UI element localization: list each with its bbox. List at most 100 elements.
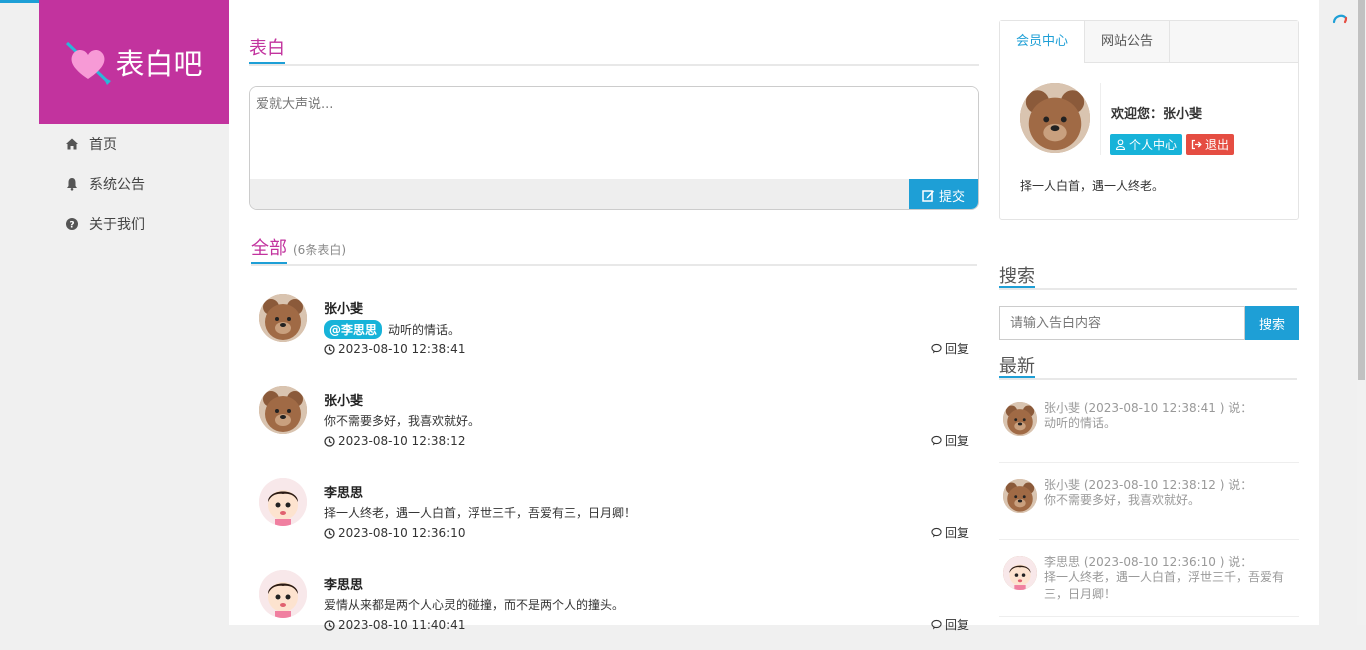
welcome-text: 欢迎您：张小斐 (1111, 107, 1203, 122)
member-tabs: 会员中心 网站公告 (1000, 21, 1298, 63)
reply-label: 回复 (944, 526, 969, 540)
comment-icon (931, 527, 942, 538)
mention-badge[interactable]: @李思思 (324, 320, 383, 339)
scrollbar-thumb[interactable] (1358, 0, 1365, 380)
nav-item-home[interactable]: 首页 (39, 124, 229, 164)
search-header: 搜索 (999, 262, 1297, 290)
post-text: 择一人终老，遇一人白首，浮世三千，吾爱有三，日月卿！ (324, 506, 637, 520)
post-text: 动听的情话。 (388, 323, 461, 337)
nav-item-label: 系统公告 (89, 177, 145, 193)
latest-list: 张小斐 (2023-08-10 12:38:41 ) 说： 动听的情话。 张小斐… (999, 386, 1299, 617)
avatar (1003, 402, 1037, 436)
list-item[interactable]: 李思思 (2023-08-10 12:36:10 ) 说： 择一人终老，遇一人白… (999, 540, 1299, 617)
logout-button[interactable]: 退出 (1186, 134, 1235, 155)
editor-toolbar: 提交 (250, 179, 978, 209)
clock-icon (324, 343, 335, 355)
nav-item-about[interactable]: ? 关于我们 (39, 204, 229, 244)
post-author: 李思思 (324, 486, 364, 501)
heart-arrow-icon (66, 41, 112, 85)
divider (1100, 83, 1101, 155)
post-time: 2023-08-10 12:38:12 (324, 434, 465, 448)
page-scrollbar[interactable] (1357, 0, 1366, 625)
avatar[interactable] (1020, 83, 1090, 153)
latest-text: 你不需要多好，我喜欢就好。 (1044, 493, 1201, 507)
girl-avatar-icon (1003, 556, 1037, 590)
compose-header: 表白 (249, 34, 979, 66)
avatar[interactable] (259, 570, 307, 618)
post-text: 爱情从来都是两个人心灵的碰撞，而不是两个人的撞头。 (324, 598, 625, 612)
compose-title: 表白 (249, 34, 285, 64)
list-item: 张小斐 你不需要多好，我喜欢就好。 2023-08-10 12:38:12 回复 (249, 374, 979, 466)
sign-out-icon (1191, 139, 1202, 150)
post-list: 张小斐 @李思思 动听的情话。 2023-08-10 12:38:41 回复 张… (249, 282, 979, 650)
post-time-text: 2023-08-10 11:40:41 (338, 618, 466, 632)
list-item: 张小斐 @李思思 动听的情话。 2023-08-10 12:38:41 回复 (249, 282, 979, 374)
avatar[interactable] (259, 386, 307, 434)
girl-avatar-icon (259, 478, 307, 526)
post-time-text: 2023-08-10 12:38:12 (338, 434, 466, 448)
profile-button[interactable]: 个人中心 (1110, 134, 1183, 155)
latest-title: 最新 (999, 352, 1035, 378)
sidebar: 表白吧 首页 系统公告 ? 关于我们 (39, 0, 229, 625)
post-time-text: 2023-08-10 12:36:10 (338, 526, 466, 540)
clock-icon (324, 435, 335, 447)
reply-button[interactable]: 回复 (931, 340, 969, 357)
edit-icon (922, 189, 934, 202)
post-time: 2023-08-10 12:36:10 (324, 526, 465, 540)
user-icon (1115, 139, 1126, 150)
post-text: 你不需要多好，我喜欢就好。 (324, 414, 481, 428)
submit-label: 提交 (938, 189, 965, 205)
bear-avatar-icon (1003, 479, 1037, 513)
logo[interactable]: 表白吧 (39, 0, 229, 124)
bear-avatar-icon (259, 294, 307, 342)
nav-item-label: 首页 (89, 137, 117, 153)
nav-item-announcements[interactable]: 系统公告 (39, 164, 229, 204)
post-time-text: 2023-08-10 12:38:41 (338, 342, 466, 356)
latest-text: 动听的情话。 (1044, 416, 1117, 430)
feed-title: 全部 (251, 234, 287, 264)
latest-header: 最新 (999, 352, 1297, 380)
member-panel: 会员中心 网站公告 欢迎您：张小斐 个人中心 退出 择一人白首，遇一人终老。 (999, 20, 1299, 220)
post-time: 2023-08-10 11:40:41 (324, 618, 465, 632)
comment-icon (931, 435, 942, 446)
main-content: 表白 提交 全部 (6条表白) 张小斐 @李思思 动听的情话。 2023-08-1… (229, 0, 1319, 632)
loading-spinner-icon (1332, 14, 1348, 24)
latest-meta: 李思思 (2023-08-10 12:36:10 ) 说： (1044, 555, 1253, 569)
latest-text: 择一人终老，遇一人白首，浮世三千，吾爱有三，日月卿！ (1044, 570, 1285, 601)
reply-button[interactable]: 回复 (931, 524, 969, 541)
compose-editor: 提交 (249, 86, 979, 210)
search-button[interactable]: 搜索 (1245, 306, 1299, 340)
avatar[interactable] (259, 294, 307, 342)
post-author: 李思思 (324, 578, 364, 593)
bell-icon (67, 178, 77, 191)
bear-avatar-icon (1003, 402, 1037, 436)
submit-button[interactable]: 提交 (909, 179, 978, 209)
reply-button[interactable]: 回复 (931, 432, 969, 449)
post-content: 你不需要多好，我喜欢就好。 (324, 412, 480, 429)
search-title: 搜索 (999, 262, 1035, 288)
list-item: 李思思 择一人终老，遇一人白首，浮世三千，吾爱有三，日月卿！ 2023-08-1… (249, 466, 979, 558)
clock-icon (324, 619, 335, 631)
reply-label: 回复 (944, 342, 969, 356)
question-circle-icon: ? (66, 218, 78, 230)
comment-icon (931, 343, 942, 354)
reply-label: 回复 (944, 434, 969, 448)
list-item: 李思思 爱情从来都是两个人心灵的碰撞，而不是两个人的撞头。 2023-08-10… (249, 558, 979, 650)
list-item[interactable]: 张小斐 (2023-08-10 12:38:41 ) 说： 动听的情话。 (999, 386, 1299, 463)
tab-member-center[interactable]: 会员中心 (1000, 21, 1086, 63)
member-actions: 个人中心 退出 (1110, 134, 1238, 155)
bear-avatar-icon (1020, 83, 1090, 153)
tab-site-announcements[interactable]: 网站公告 (1085, 21, 1171, 62)
list-item[interactable]: 张小斐 (2023-08-10 12:38:12 ) 说： 你不需要多好，我喜欢… (999, 463, 1299, 540)
post-content: 爱情从来都是两个人心灵的碰撞，而不是两个人的撞头。 (324, 596, 624, 613)
post-author: 张小斐 (324, 394, 364, 409)
compose-textarea[interactable] (250, 87, 978, 175)
search-input[interactable] (999, 306, 1245, 340)
post-author: 张小斐 (324, 302, 364, 317)
avatar[interactable] (259, 478, 307, 526)
clock-icon (324, 527, 335, 539)
post-content: 择一人终老，遇一人白首，浮世三千，吾爱有三，日月卿！ (324, 504, 636, 521)
latest-meta: 张小斐 (2023-08-10 12:38:12 ) 说： (1044, 478, 1253, 492)
user-motto: 择一人白首，遇一人终老。 (1020, 179, 1165, 193)
avatar (1003, 556, 1037, 590)
